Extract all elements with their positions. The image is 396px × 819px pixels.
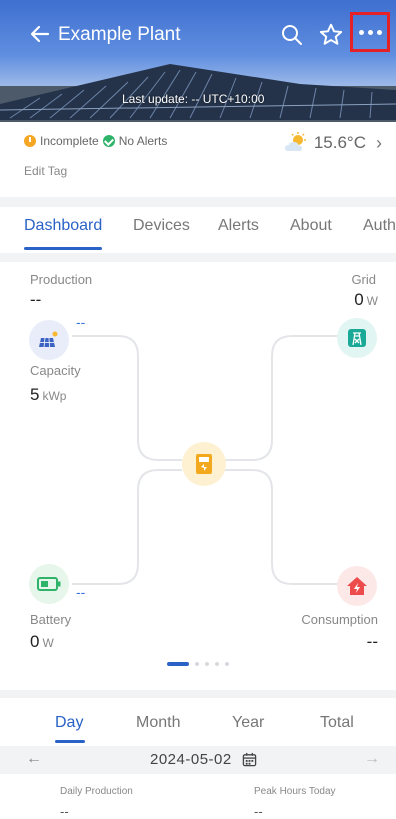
consumption-home-icon[interactable] <box>337 566 377 606</box>
battery-value: 0W <box>30 632 54 651</box>
page-indicator[interactable] <box>0 662 396 666</box>
plant-title: Example Plant <box>58 24 181 45</box>
favorite-star-icon[interactable] <box>318 22 344 48</box>
more-dot-icon <box>376 29 382 35</box>
production-value: -- <box>30 290 42 309</box>
top-bar: Example Plant <box>0 12 396 54</box>
incomplete-status-label: Incomplete <box>40 134 99 148</box>
solar-panel-icon[interactable] <box>29 320 69 360</box>
page-indicator-dot <box>195 662 199 666</box>
capacity-label: Capacity <box>30 363 81 378</box>
peak-hours-value: -- <box>254 804 263 819</box>
peak-hours-label: Peak Hours Today <box>254 786 336 797</box>
plant-header-banner: Example Plant Last update: -- UTC+10:00 <box>0 0 396 122</box>
temperature-value: 15.6°C <box>313 133 366 152</box>
period-tab-total[interactable]: Total <box>320 714 354 732</box>
edit-tag-link[interactable]: Edit Tag <box>24 164 67 178</box>
grid-tower-icon[interactable] <box>337 318 377 358</box>
plant-tabs: Dashboard Devices Alerts About Auth <box>0 197 396 253</box>
grid-label: Grid <box>351 272 376 287</box>
page-indicator-dot <box>225 662 229 666</box>
daily-production-value: -- <box>60 804 69 819</box>
previous-date-arrow-icon[interactable]: ← <box>26 750 42 768</box>
tab-auth[interactable]: Auth <box>363 217 396 235</box>
battery-flow-indicator: -- <box>76 584 86 600</box>
page-indicator-dot <box>215 662 219 666</box>
search-icon[interactable] <box>280 23 304 47</box>
consumption-value: -- <box>366 632 378 651</box>
page-indicator-active <box>167 662 189 666</box>
page-indicator-dot <box>205 662 209 666</box>
weather-widget[interactable]: 15.6°C › <box>284 132 382 154</box>
active-tab-indicator <box>24 247 102 250</box>
chevron-right-icon: › <box>376 132 382 153</box>
selected-date[interactable]: 2024-05-02 <box>150 751 232 768</box>
inverter-icon[interactable] <box>182 442 226 486</box>
energy-flow-diagram: Production -- -- Capacity 5 kWp Grid 0W - <box>0 262 396 690</box>
alerts-status-label: No Alerts <box>118 134 168 148</box>
no-alerts-check-icon <box>102 135 115 147</box>
next-date-arrow-icon[interactable]: → <box>364 750 380 768</box>
more-dot-icon <box>367 29 373 35</box>
calendar-icon[interactable] <box>242 752 257 767</box>
status-row: Incomplete No Alerts <box>24 134 167 148</box>
period-tab-month[interactable]: Month <box>136 714 180 732</box>
plant-info-card: Incomplete No Alerts Edit Tag 15.6°C › <box>0 122 396 197</box>
production-label: Production <box>30 272 93 287</box>
capacity-value: 5 kWp <box>30 385 67 404</box>
tab-about[interactable]: About <box>290 217 332 235</box>
tab-devices[interactable]: Devices <box>133 217 190 235</box>
period-section: Day Month Year Total ← 2024-05-02 → Dail… <box>0 698 396 819</box>
tab-dashboard[interactable]: Dashboard <box>24 217 102 235</box>
period-tab-year[interactable]: Year <box>232 714 264 732</box>
battery-label: Battery <box>30 612 72 627</box>
period-tab-indicator <box>55 740 85 743</box>
grid-value: 0W <box>354 290 378 309</box>
incomplete-status-icon <box>24 135 36 147</box>
daily-production-label: Daily Production <box>60 786 133 797</box>
partly-cloudy-icon <box>284 132 306 151</box>
more-options-button[interactable] <box>350 12 390 52</box>
more-dot-icon <box>358 29 364 35</box>
last-update-text: Last update: -- UTC+10:00 <box>122 92 265 106</box>
back-arrow-icon[interactable] <box>28 22 52 46</box>
period-tab-day[interactable]: Day <box>55 714 83 732</box>
date-navigator: ← 2024-05-02 → <box>0 746 396 774</box>
battery-icon[interactable] <box>29 564 69 604</box>
production-flow-indicator: -- <box>76 314 86 330</box>
tab-alerts[interactable]: Alerts <box>218 217 259 235</box>
consumption-label: Consumption <box>301 612 378 627</box>
